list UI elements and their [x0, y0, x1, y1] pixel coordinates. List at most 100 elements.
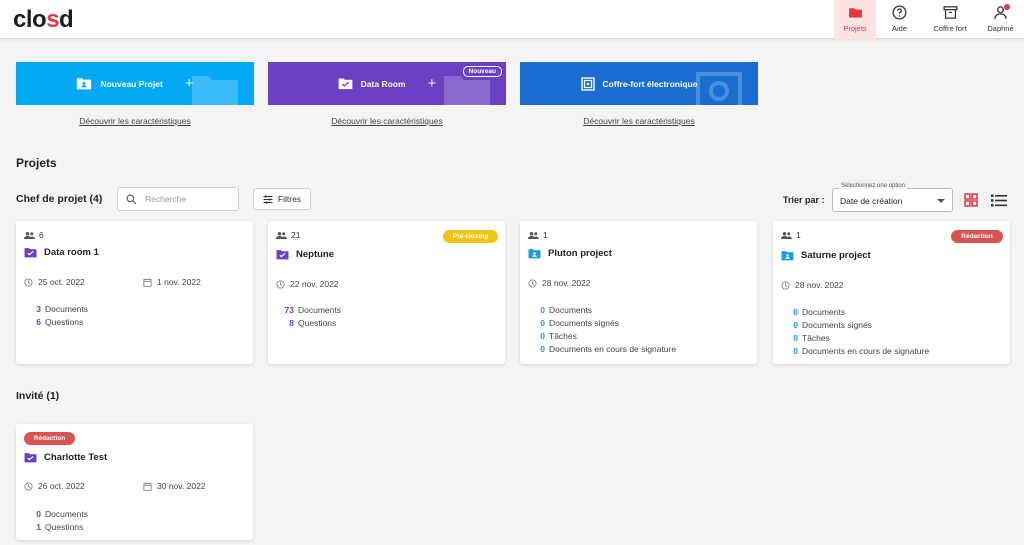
project-card[interactable]: 1 Pluton project 28 nov. 2022 0 Documents…	[520, 221, 757, 364]
discover-link-vault[interactable]: Découvrir les caractéristiques	[520, 116, 758, 126]
users-icon	[276, 231, 287, 239]
tile-vault[interactable]: Coffre-fort électronique	[520, 62, 758, 105]
filters-button[interactable]: Filtres	[253, 188, 311, 210]
folder-check-icon	[24, 248, 37, 258]
nav-help[interactable]: Aide	[876, 0, 923, 39]
top-bar: closd Projets Aide Coffre fort Daphné	[0, 0, 1024, 39]
users-icon	[24, 231, 35, 239]
start-date-value: 26 oct. 2022	[38, 481, 85, 491]
search-input[interactable]: Recherche	[117, 187, 239, 211]
nav-label: Projets	[843, 24, 867, 33]
card-stats: 0 Documents 1 Questions	[30, 508, 88, 534]
nav-label: Daphné	[987, 24, 1014, 33]
stat-label: Documents	[802, 307, 845, 317]
nav-user[interactable]: Daphné	[977, 0, 1024, 39]
clock-icon	[24, 481, 33, 491]
card-stats: 0 Documents 0 Documents signés 0 Tâches 0 Do…	[787, 306, 929, 358]
folder-check-icon	[24, 453, 37, 463]
closd-logo[interactable]: closd	[13, 6, 74, 34]
stat-row: 0 Tâches	[534, 330, 676, 343]
page-title: Projets	[16, 156, 57, 170]
project-card[interactable]: 21 Pré-closing Neptune 22 nov. 2022 73 Do…	[268, 221, 505, 364]
card-title: Charlotte Test	[24, 452, 107, 463]
main-nav: Projets Aide Coffre fort Daphné	[834, 0, 1024, 39]
stat-label: Documents	[45, 509, 88, 519]
card-title-text: Data room 1	[44, 247, 99, 258]
sort-select[interactable]: Sélectionnez une option Date de création	[832, 183, 953, 212]
card-title: Pluton project	[528, 248, 612, 259]
stat-number: 0	[540, 344, 545, 354]
stat-number: 0	[36, 509, 41, 519]
start-date-value: 28 nov. 2022	[542, 278, 591, 288]
stat-label: Documents en cours de signature	[549, 344, 677, 354]
list-view-icon[interactable]	[991, 194, 1007, 207]
calendar-icon	[143, 277, 152, 287]
card-stats: 0 Documents 0 Documents signés 0 Tâches 0 Do…	[534, 304, 676, 356]
end-date: 1 nov. 2022	[143, 277, 201, 287]
grid-view-icon[interactable]	[964, 193, 978, 207]
discover-link-data-room[interactable]: Découvrir les caractéristiques	[268, 116, 506, 126]
stat-number: 0	[793, 320, 798, 330]
members-value: 6	[39, 230, 44, 240]
card-title: Data room 1	[24, 247, 99, 258]
help-icon	[892, 5, 907, 20]
stat-number: 0	[793, 346, 798, 356]
status-badge: Rédaction	[951, 230, 1003, 243]
card-title: Neptune	[276, 249, 334, 260]
folder-watermark-icon	[192, 76, 238, 105]
start-date: 28 nov. 2022	[781, 280, 844, 290]
nav-vault[interactable]: Coffre fort	[923, 0, 977, 39]
discover-link-project[interactable]: Découvrir les caractéristiques	[16, 116, 254, 126]
stat-label: Documents	[549, 305, 592, 315]
card-title-text: Pluton project	[548, 248, 612, 259]
folder-icon	[848, 8, 862, 18]
project-card[interactable]: 1 Rédaction Saturne project 28 nov. 2022…	[773, 221, 1010, 364]
start-date: 26 oct. 2022	[24, 481, 85, 491]
tile-label: Coffre-fort électronique	[602, 78, 698, 89]
archive-icon	[942, 6, 958, 19]
stat-row: 73 Documents	[282, 304, 341, 317]
card-title-text: Charlotte Test	[44, 452, 108, 463]
stat-row: 0 Documents	[534, 304, 676, 317]
stat-number: 0	[793, 333, 798, 343]
plus-icon: +	[427, 75, 437, 92]
nav-label: Aide	[891, 24, 907, 33]
start-date: 28 nov. 2022	[528, 278, 591, 288]
stat-row: 8 Questions	[282, 317, 341, 330]
tile-data-room[interactable]: Data Room + Nouveau	[268, 62, 506, 105]
stat-number: 0	[540, 331, 545, 341]
users-icon	[528, 231, 539, 239]
stat-row: 0 Documents en cours de signature	[534, 343, 676, 356]
stat-number: 6	[36, 317, 41, 327]
start-date-value: 25 oct. 2022	[38, 277, 85, 287]
nav-projects[interactable]: Projets	[834, 0, 876, 39]
new-badge: Nouveau	[462, 66, 502, 77]
folder-check-icon	[276, 250, 289, 260]
project-card[interactable]: 6 Data room 1 25 oct. 2022 1 nov. 2022 3…	[16, 221, 253, 364]
stat-label: Questions	[45, 317, 84, 327]
folder-check-icon	[338, 78, 353, 90]
sort-float-label: Sélectionnez une option	[839, 183, 908, 189]
card-title: Saturne project	[781, 250, 871, 261]
members-value: 21	[291, 230, 301, 240]
stat-label: Documents en cours de signature	[802, 346, 930, 356]
tile-new-project[interactable]: Nouveau Projet +	[16, 62, 254, 105]
stat-row: 1 Questions	[30, 521, 88, 534]
stat-row: 3 Documents	[30, 303, 88, 316]
guest-section-title: Invité (1)	[16, 390, 60, 402]
search-placeholder: Recherche	[145, 194, 187, 204]
safe-watermark-icon	[696, 72, 742, 105]
stat-number: 1	[36, 522, 41, 532]
stat-number: 0	[540, 305, 545, 315]
nav-label: Coffre fort	[933, 24, 967, 33]
stat-row: 0 Documents	[787, 306, 929, 319]
users-icon	[781, 231, 792, 239]
stat-number: 0	[540, 318, 545, 328]
project-card[interactable]: Rédaction Charlotte Test 26 oct. 2022 30…	[16, 424, 253, 540]
stat-row: 0 Documents signés	[534, 317, 676, 330]
status-badge: Pré-closing	[443, 230, 498, 243]
clock-icon	[781, 280, 790, 290]
search-icon	[126, 194, 137, 204]
start-date: 25 oct. 2022	[24, 277, 85, 287]
members-value: 1	[543, 230, 548, 240]
